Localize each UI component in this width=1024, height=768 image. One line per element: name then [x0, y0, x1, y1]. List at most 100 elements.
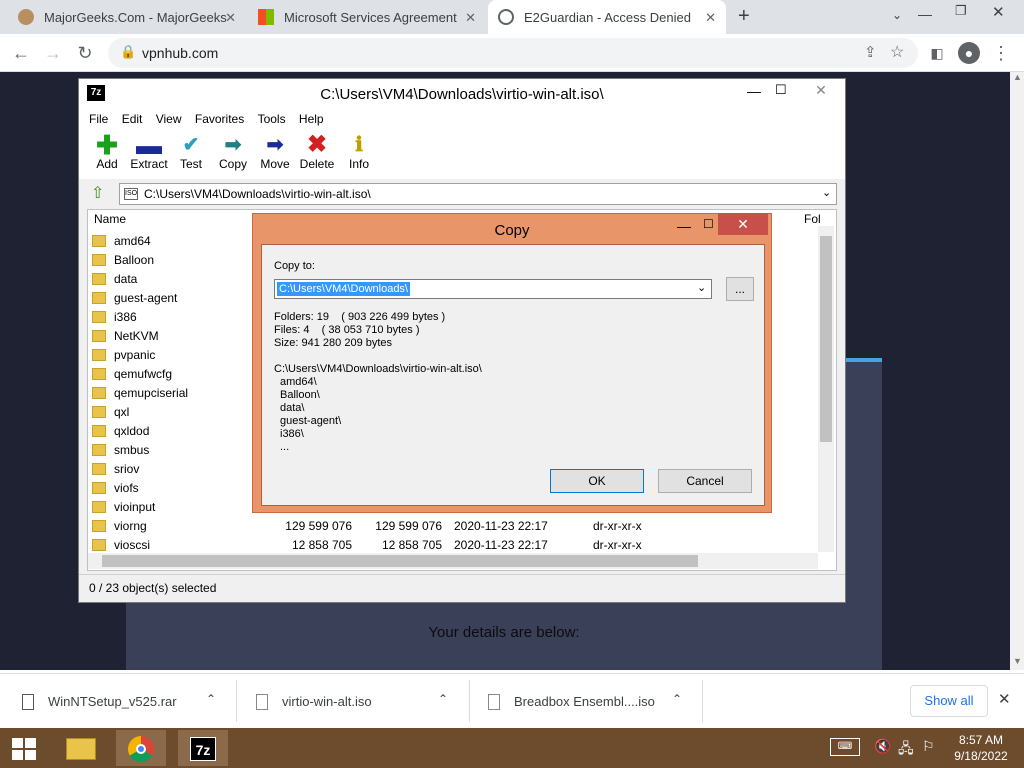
sevenzip-toolbar: ✚ Add ▬ Extract ✔ Test ➡ Copy ➡ Move ✖ Delete …: [79, 129, 845, 179]
folder-row[interactable]: qxldod: [92, 421, 149, 440]
menu-edit[interactable]: Edit: [122, 109, 143, 129]
maximize-icon[interactable]: ☐: [703, 217, 714, 231]
up-folder-icon[interactable]: ⇧: [91, 183, 104, 203]
folder-row[interactable]: guest-agent: [92, 288, 177, 307]
file-explorer-button[interactable]: [56, 730, 106, 766]
menu-kebab-icon[interactable]: ⋮: [990, 42, 1012, 64]
forward-icon[interactable]: →: [42, 42, 64, 64]
list-hscrollbar[interactable]: [88, 553, 818, 569]
folder-row[interactable]: amd64: [92, 231, 151, 250]
minimize-icon[interactable]: —: [918, 6, 932, 22]
close-icon: ✕: [737, 216, 749, 232]
chevron-up-icon[interactable]: ⌃: [672, 692, 682, 706]
back-icon[interactable]: ←: [10, 42, 32, 64]
info-button[interactable]: ℹ Info: [337, 133, 381, 171]
folder-row[interactable]: qemufwcfg: [92, 364, 172, 383]
page-scrollbar[interactable]: ▲ ▼: [1010, 72, 1024, 670]
taskbar-clock[interactable]: 8:57 AM 9/18/2022: [944, 732, 1018, 764]
modified-cell: 2020-11-23 22:17: [454, 518, 548, 533]
destination-combobox[interactable]: C:\Users\VM4\Downloads\ ⌄: [274, 279, 712, 299]
folder-row[interactable]: qemupciserial: [92, 383, 188, 402]
folder-row[interactable]: NetKVM: [92, 326, 159, 345]
hscroll-thumb[interactable]: [102, 555, 698, 567]
folder-row[interactable]: Balloon: [92, 250, 154, 269]
folder-row[interactable]: i386: [92, 307, 137, 326]
network-icon[interactable]: 🖧: [898, 738, 914, 762]
show-all-button[interactable]: Show all: [910, 685, 988, 717]
close-window-icon[interactable]: ✕: [992, 3, 1005, 21]
move-button[interactable]: ➡ Move: [253, 133, 297, 171]
maximize-icon[interactable]: ☐: [775, 82, 787, 98]
reload-icon[interactable]: ↻: [74, 42, 96, 64]
tab-majorgeeks[interactable]: MajorGeeks.Com - MajorGeeks ✕: [8, 0, 246, 34]
menu-file[interactable]: File: [89, 109, 108, 129]
minimize-icon[interactable]: —: [677, 218, 691, 234]
column-name[interactable]: Name: [94, 212, 126, 226]
folder-row[interactable]: viofs: [92, 478, 139, 497]
address-bar[interactable]: 🔒 vpnhub.com ⇪ ☆: [108, 38, 918, 68]
menu-favorites[interactable]: Favorites: [195, 109, 244, 129]
share-icon[interactable]: ⇪: [864, 43, 877, 61]
browse-button[interactable]: ...: [726, 277, 754, 301]
download-item[interactable]: virtio-win-alt.iso ⌃: [256, 674, 466, 729]
folder-row[interactable]: smbus: [92, 440, 149, 459]
keyboard-icon[interactable]: ⌨: [830, 738, 860, 756]
chevron-up-icon[interactable]: ⌃: [438, 692, 448, 706]
folder-icon: [92, 462, 106, 475]
copy-dialog-titlebar[interactable]: Copy — ☐: [253, 214, 771, 244]
close-icon[interactable]: ✕: [998, 690, 1011, 708]
download-item[interactable]: Breadbox Ensembl....iso ⌃: [488, 674, 698, 729]
folder-row[interactable]: qxl: [92, 402, 129, 421]
column-folders[interactable]: Fol: [804, 212, 821, 226]
ok-button[interactable]: OK: [550, 469, 644, 493]
folder-icon: [66, 738, 96, 760]
folder-name: smbus: [114, 442, 150, 457]
chevron-down-icon[interactable]: ⌄: [822, 186, 831, 199]
sevenzip-titlebar[interactable]: 7z C:\Users\VM4\Downloads\virtio-win-alt…: [79, 79, 845, 109]
action-center-icon[interactable]: ⚐: [922, 738, 935, 755]
chevron-down-icon[interactable]: ⌄: [892, 8, 902, 22]
copy-button[interactable]: ➡ Copy: [211, 133, 255, 171]
extract-button[interactable]: ▬ Extract: [127, 132, 171, 171]
sevenzip-taskbar-button[interactable]: 7z: [178, 730, 228, 766]
folder-row[interactable]: data: [92, 269, 137, 288]
folder-row[interactable]: pvpanic: [92, 345, 155, 364]
download-item[interactable]: WinNTSetup_v525.rar ⌃: [22, 674, 232, 729]
close-icon[interactable]: ✕: [225, 10, 236, 26]
tab-e2guardian[interactable]: E2Guardian - Access Denied ✕: [488, 0, 726, 34]
copy-dialog: Copy — ☐ Copy to: C:\Users\VM4\Downloads…: [252, 213, 772, 513]
path-combobox[interactable]: ISO C:\Users\VM4\Downloads\virtio-win-al…: [119, 183, 837, 205]
new-tab-icon[interactable]: +: [738, 5, 750, 28]
profile-avatar-icon[interactable]: ●: [958, 42, 980, 64]
test-button[interactable]: ✔ Test: [169, 133, 213, 171]
folder-row[interactable]: vioscsi: [92, 535, 150, 554]
volume-muted-icon[interactable]: 🔇: [874, 738, 891, 755]
close-icon[interactable]: ✕: [465, 10, 476, 26]
chevron-up-icon[interactable]: ⌃: [206, 692, 216, 706]
restore-icon[interactable]: ❐: [955, 3, 967, 19]
menu-view[interactable]: View: [156, 109, 182, 129]
scroll-up-icon[interactable]: ▲: [1013, 72, 1022, 82]
folder-row[interactable]: viorng: [92, 516, 147, 535]
side-panel-icon[interactable]: ◧: [926, 42, 948, 64]
menu-help[interactable]: Help: [299, 109, 324, 129]
folder-name: qxl: [114, 404, 130, 419]
minimize-icon[interactable]: —: [747, 83, 761, 99]
cancel-button[interactable]: Cancel: [658, 469, 752, 493]
scroll-down-icon[interactable]: ▼: [1013, 656, 1022, 666]
list-vscrollbar[interactable]: [818, 226, 834, 552]
bookmark-star-icon[interactable]: ☆: [890, 42, 904, 62]
add-button[interactable]: ✚ Add: [85, 132, 129, 171]
chrome-button[interactable]: [116, 730, 166, 766]
tab-microsoft[interactable]: Microsoft Services Agreement ✕: [248, 0, 486, 34]
chevron-down-icon[interactable]: ⌄: [697, 281, 706, 294]
vscroll-thumb[interactable]: [820, 236, 832, 442]
close-icon[interactable]: ✕: [797, 79, 845, 101]
delete-button[interactable]: ✖ Delete: [295, 133, 339, 172]
menu-tools[interactable]: Tools: [258, 109, 286, 129]
copy-dialog-close-button[interactable]: ✕: [718, 213, 768, 235]
start-button[interactable]: [0, 730, 50, 766]
folder-row[interactable]: sriov: [92, 459, 139, 478]
close-icon[interactable]: ✕: [705, 10, 716, 26]
folder-row[interactable]: vioinput: [92, 497, 155, 516]
